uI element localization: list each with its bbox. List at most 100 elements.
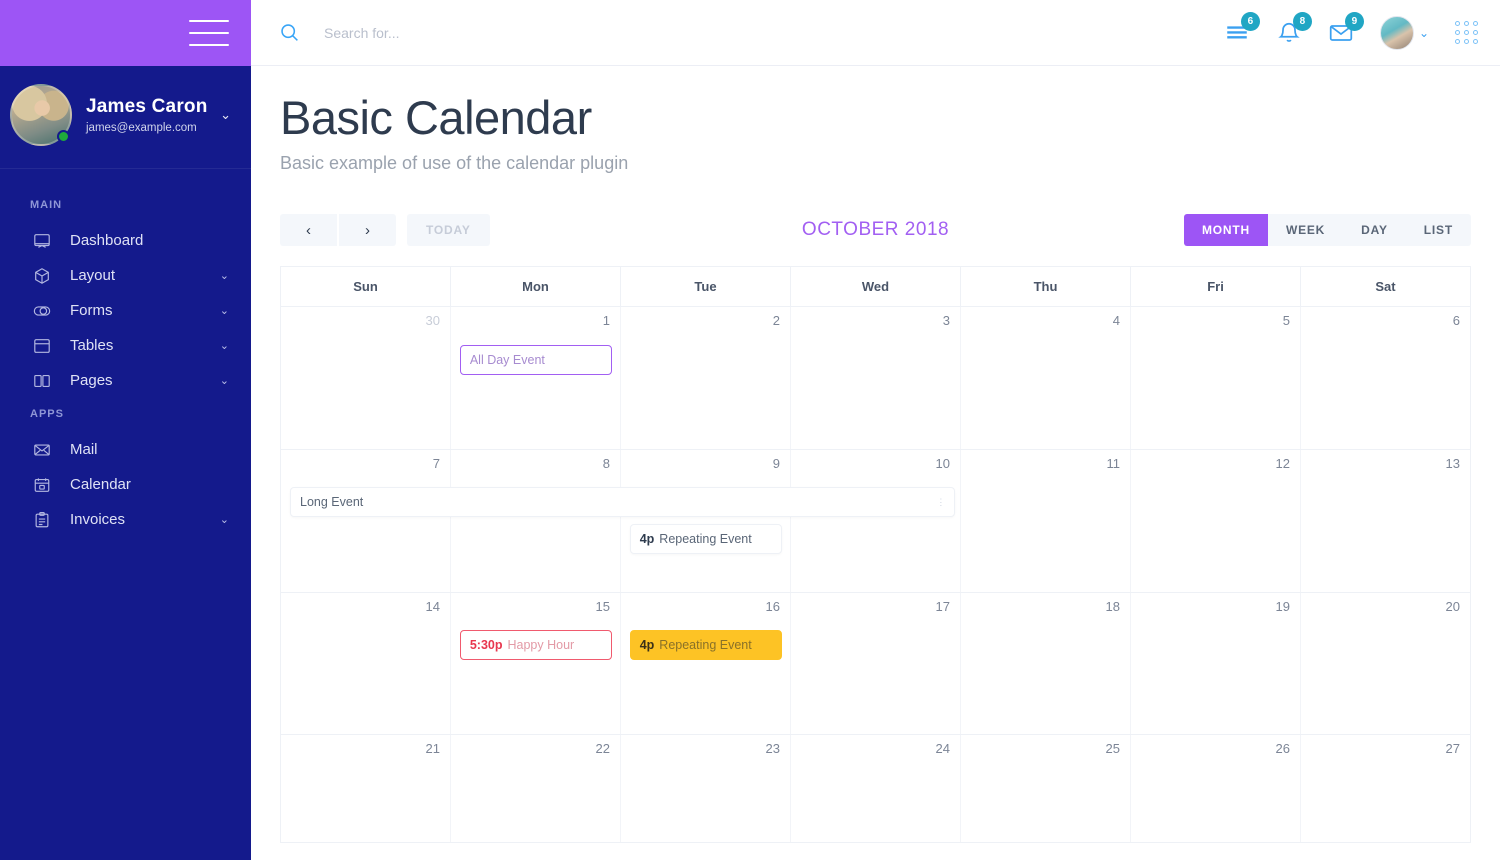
day-cell[interactable]: 15 bbox=[450, 593, 620, 734]
day-number: 21 bbox=[425, 741, 440, 756]
event-title: Repeating Event bbox=[659, 638, 752, 652]
day-cell[interactable]: 26 bbox=[1130, 735, 1300, 842]
day-cell[interactable]: 30 bbox=[281, 307, 450, 449]
day-cell[interactable]: 2 bbox=[620, 307, 790, 449]
day-cell[interactable]: 21 bbox=[281, 735, 450, 842]
sidebar-item-dashboard[interactable]: Dashboard bbox=[0, 223, 251, 258]
calendar-event[interactable]: Long Event ⋮ bbox=[290, 487, 956, 517]
chevron-down-icon[interactable]: ⌄ bbox=[220, 269, 229, 282]
day-cell[interactable]: 7 bbox=[281, 450, 450, 592]
today-button[interactable]: TODAY bbox=[407, 214, 490, 246]
grid-dot bbox=[1473, 21, 1478, 26]
day-cell[interactable]: 20 bbox=[1300, 593, 1470, 734]
day-number: 22 bbox=[595, 741, 610, 756]
apps-grid-icon[interactable] bbox=[1455, 21, 1478, 44]
sidebar-item-label: Tables bbox=[70, 337, 114, 354]
day-cell[interactable]: 4 bbox=[960, 307, 1130, 449]
bell-icon[interactable]: 8 bbox=[1276, 11, 1312, 46]
day-cell[interactable]: 6 bbox=[1300, 307, 1470, 449]
chevron-down-icon[interactable]: ⌄ bbox=[220, 374, 229, 387]
calendar-icon bbox=[30, 475, 54, 495]
weekday-sun: Sun bbox=[353, 279, 378, 294]
envelope-badge: 9 bbox=[1344, 11, 1364, 31]
search-input[interactable] bbox=[324, 24, 744, 41]
view-month-button[interactable]: MONTH bbox=[1183, 214, 1268, 246]
sidebar-item-mail[interactable]: Mail bbox=[0, 432, 251, 467]
grid-dot bbox=[1464, 21, 1469, 26]
next-month-button[interactable]: › bbox=[339, 214, 396, 246]
day-cell[interactable]: 1 bbox=[450, 307, 620, 449]
view-list-button[interactable]: LIST bbox=[1405, 214, 1471, 246]
view-week-button[interactable]: WEEK bbox=[1267, 214, 1344, 246]
calendar-week-row: 21 22 23 24 25 26 27 bbox=[281, 735, 1470, 843]
day-cell[interactable]: 17 bbox=[790, 593, 960, 734]
event-time: 4p bbox=[639, 638, 655, 652]
sidebar-item-label: Calendar bbox=[70, 476, 131, 493]
day-number: 16 bbox=[765, 599, 780, 614]
day-cell[interactable]: 22 bbox=[450, 735, 620, 842]
day-number: 24 bbox=[935, 741, 950, 756]
weekday-tue: Tue bbox=[620, 267, 790, 306]
chevron-down-icon[interactable]: ⌄ bbox=[220, 107, 235, 123]
layers-icon[interactable]: 6 bbox=[1224, 11, 1260, 46]
day-number: 7 bbox=[432, 456, 440, 471]
sidebar-item-pages[interactable]: Pages ⌄ bbox=[0, 363, 251, 398]
calendar-weekday-header: Sun Mon Tue Wed Thu Fri Sat bbox=[281, 267, 1470, 307]
day-cell[interactable]: 12 bbox=[1130, 450, 1300, 592]
view-day-button[interactable]: DAY bbox=[1343, 214, 1406, 246]
chevron-down-icon[interactable]: ⌄ bbox=[220, 304, 229, 317]
calendar-week-row: 30 1 2 3 4 5 6 All Day Event bbox=[281, 307, 1470, 450]
page-header: Basic Calendar Basic example of use of t… bbox=[251, 66, 1500, 174]
day-number: 3 bbox=[942, 313, 950, 328]
day-cell[interactable]: 9 bbox=[620, 450, 790, 592]
day-number: 4 bbox=[1112, 313, 1120, 328]
sidebar-item-forms[interactable]: Forms ⌄ bbox=[0, 293, 251, 328]
profile-name: James Caron bbox=[86, 96, 208, 117]
day-cell[interactable]: 11 bbox=[960, 450, 1130, 592]
day-cell[interactable]: 24 bbox=[790, 735, 960, 842]
day-cell[interactable]: 10 bbox=[790, 450, 960, 592]
header-avatar-menu[interactable]: ⌄ bbox=[1379, 15, 1429, 50]
envelope-icon[interactable]: 9 bbox=[1328, 11, 1364, 46]
day-cell[interactable]: 14 bbox=[281, 593, 450, 734]
day-cell[interactable]: 13 bbox=[1300, 450, 1470, 592]
event-resize-handle[interactable]: ⋮ bbox=[936, 497, 945, 508]
sidebar-item-invoices[interactable]: Invoices ⌄ bbox=[0, 502, 251, 537]
calendar-event[interactable]: 5:30p Happy Hour bbox=[459, 630, 612, 660]
day-cell[interactable]: 18 bbox=[960, 593, 1130, 734]
prev-month-button[interactable]: ‹ bbox=[280, 214, 337, 246]
online-status-dot bbox=[57, 130, 70, 143]
calendar-event[interactable]: 4p Repeating Event bbox=[629, 524, 782, 554]
sidebar-item-calendar[interactable]: Calendar bbox=[0, 467, 251, 502]
calendar-event[interactable]: All Day Event bbox=[459, 345, 612, 375]
day-cell[interactable]: 27 bbox=[1300, 735, 1470, 842]
day-cell[interactable]: 25 bbox=[960, 735, 1130, 842]
sidebar-item-layout[interactable]: Layout ⌄ bbox=[0, 258, 251, 293]
page-subtitle: Basic example of use of the calendar plu… bbox=[280, 153, 629, 173]
hamburger-icon[interactable] bbox=[189, 20, 229, 46]
sidebar-item-label: Pages bbox=[70, 372, 113, 389]
day-number: 5 bbox=[1282, 313, 1290, 328]
sidebar-item-label: Mail bbox=[70, 441, 98, 458]
day-cell[interactable]: 3 bbox=[790, 307, 960, 449]
avatar bbox=[10, 84, 72, 146]
day-cell[interactable]: 8 bbox=[450, 450, 620, 592]
day-number: 9 bbox=[772, 456, 780, 471]
sidebar-item-tables[interactable]: Tables ⌄ bbox=[0, 328, 251, 363]
day-cell[interactable]: 5 bbox=[1130, 307, 1300, 449]
day-cell[interactable]: 19 bbox=[1130, 593, 1300, 734]
search-icon[interactable] bbox=[276, 20, 302, 46]
calendar-week-row: 7 8 9 10 11 12 13 Long Event ⋮ 4p Repeat… bbox=[281, 450, 1470, 593]
chevron-down-icon[interactable]: ⌄ bbox=[220, 513, 229, 526]
book-icon bbox=[30, 371, 54, 391]
calendar-grid: Sun Mon Tue Wed Thu Fri Sat 30 1 2 3 4 5… bbox=[280, 266, 1471, 843]
top-header: 6 8 9 ⌄ bbox=[251, 0, 1500, 66]
sidebar-profile[interactable]: James Caron james@example.com ⌄ bbox=[0, 66, 251, 169]
calendar-view-switcher: MONTH WEEK DAY LIST bbox=[1183, 214, 1471, 246]
day-cell[interactable]: 16 bbox=[620, 593, 790, 734]
weekday-sat: Sat bbox=[1300, 267, 1470, 306]
chevron-down-icon[interactable]: ⌄ bbox=[220, 339, 229, 352]
sidebar-nav: MAIN Dashboard Layout ⌄ Forms ⌄ Tables ⌄… bbox=[0, 169, 251, 860]
calendar-event[interactable]: 4p Repeating Event bbox=[629, 630, 782, 660]
day-cell[interactable]: 23 bbox=[620, 735, 790, 842]
